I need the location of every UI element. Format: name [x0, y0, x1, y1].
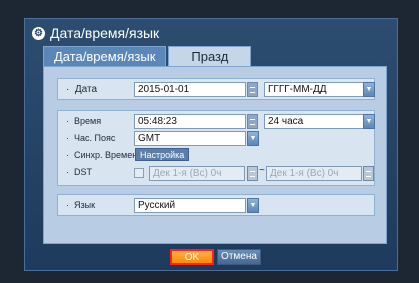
date-format-select[interactable]: ГГГГ-ММ-ДД: [264, 82, 364, 97]
cancel-button[interactable]: Отмена: [217, 249, 261, 265]
tab-date-time-language[interactable]: Дата/время/язык: [43, 46, 167, 66]
tab-content: · Дата 2015-01-01 ГГГГ-ММ-ДД ▼ · Время 0…: [43, 66, 387, 244]
settings-icon: ⚙: [32, 26, 45, 40]
dst-separator: ~: [259, 165, 265, 176]
dialog-title-text: Дата/время/язык: [50, 25, 160, 41]
dst-end-field[interactable]: Дек 1-я (Вс) 0ч: [266, 166, 362, 181]
date-spinner[interactable]: [247, 82, 258, 97]
sync-setup-button[interactable]: Настройка: [135, 148, 190, 161]
screen: ⚙ Дата/время/язык Дата/время/язык Празд …: [0, 0, 419, 283]
timezone-select[interactable]: GMT: [134, 131, 246, 146]
language-select[interactable]: Русский: [134, 198, 246, 213]
date-panel: · Дата 2015-01-01 ГГГГ-ММ-ДД ▼: [57, 78, 375, 100]
timezone-label: · Час. Пояс: [66, 133, 116, 143]
dst-start-spinner[interactable]: [247, 166, 258, 181]
tab-bar: Дата/время/язык Празд: [43, 46, 252, 66]
dst-label: · DST: [66, 167, 92, 177]
date-time-language-dialog: ⚙ Дата/время/язык Дата/время/язык Празд …: [24, 18, 398, 271]
time-format-select[interactable]: 24 часа: [264, 114, 364, 129]
language-panel: · Язык Русский ▼: [57, 194, 375, 216]
chevron-down-icon[interactable]: ▼: [363, 114, 375, 129]
date-field[interactable]: 2015-01-01: [134, 82, 246, 97]
chevron-down-icon[interactable]: ▼: [247, 131, 259, 146]
dialog-title: ⚙ Дата/время/язык: [32, 25, 159, 41]
time-spinner[interactable]: [247, 114, 258, 129]
date-label: · Дата: [66, 84, 98, 95]
time-field[interactable]: 05:48:23: [134, 114, 246, 129]
dst-checkbox[interactable]: [134, 168, 144, 178]
chevron-down-icon[interactable]: ▼: [247, 198, 259, 213]
ok-button[interactable]: OK: [170, 249, 214, 265]
language-label: · Язык: [66, 200, 96, 210]
tab-holidays[interactable]: Празд: [168, 46, 252, 66]
time-label: · Время: [66, 116, 102, 126]
dst-end-spinner[interactable]: [363, 166, 374, 181]
time-panel: · Время 05:48:23 24 часа ▼ · Час. Пояс G…: [57, 110, 375, 186]
sync-label: · Синхр. Времени: [66, 150, 143, 160]
dst-start-field[interactable]: Дек 1-я (Вс) 0ч: [149, 166, 245, 181]
chevron-down-icon[interactable]: ▼: [363, 82, 375, 97]
